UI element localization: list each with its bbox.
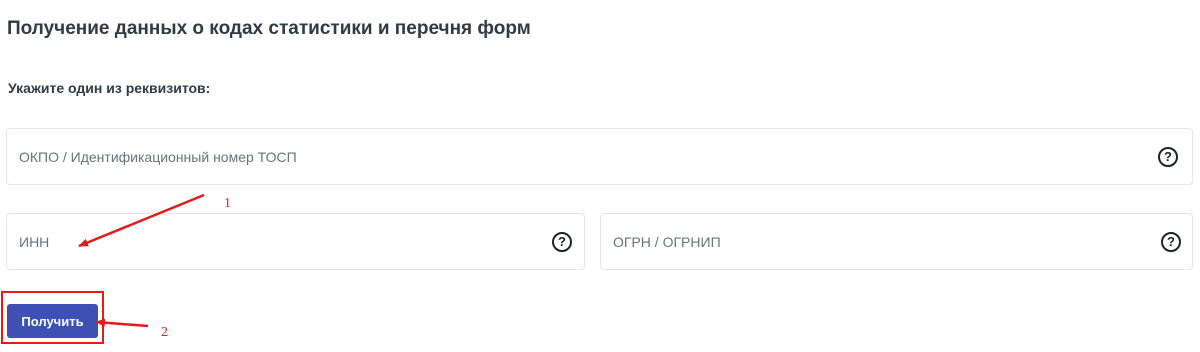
okpo-placeholder: ОКПО / Идентификационный номер ТОСП (19, 148, 297, 165)
ogrn-field[interactable]: ОГРН / ОГРНИП ? (600, 213, 1193, 270)
help-circle-icon[interactable]: ? (1158, 146, 1178, 167)
ogrn-placeholder: ОГРН / ОГРНИП (613, 233, 721, 250)
help-circle-icon[interactable]: ? (1161, 231, 1181, 252)
page-title: Получение данных о кодах статистики и пе… (7, 18, 531, 39)
form-subtitle: Укажите один из реквизитов: (8, 80, 211, 96)
submit-button[interactable]: Получить (7, 304, 98, 338)
inn-field[interactable]: ИНН ? (6, 213, 585, 270)
help-circle-icon[interactable]: ? (552, 231, 572, 252)
annotation-label-2: 2 (161, 325, 168, 340)
inn-placeholder: ИНН (19, 233, 50, 250)
okpo-field[interactable]: ОКПО / Идентификационный номер ТОСП ? (6, 128, 1193, 185)
annotation-label-1: 1 (224, 196, 231, 211)
